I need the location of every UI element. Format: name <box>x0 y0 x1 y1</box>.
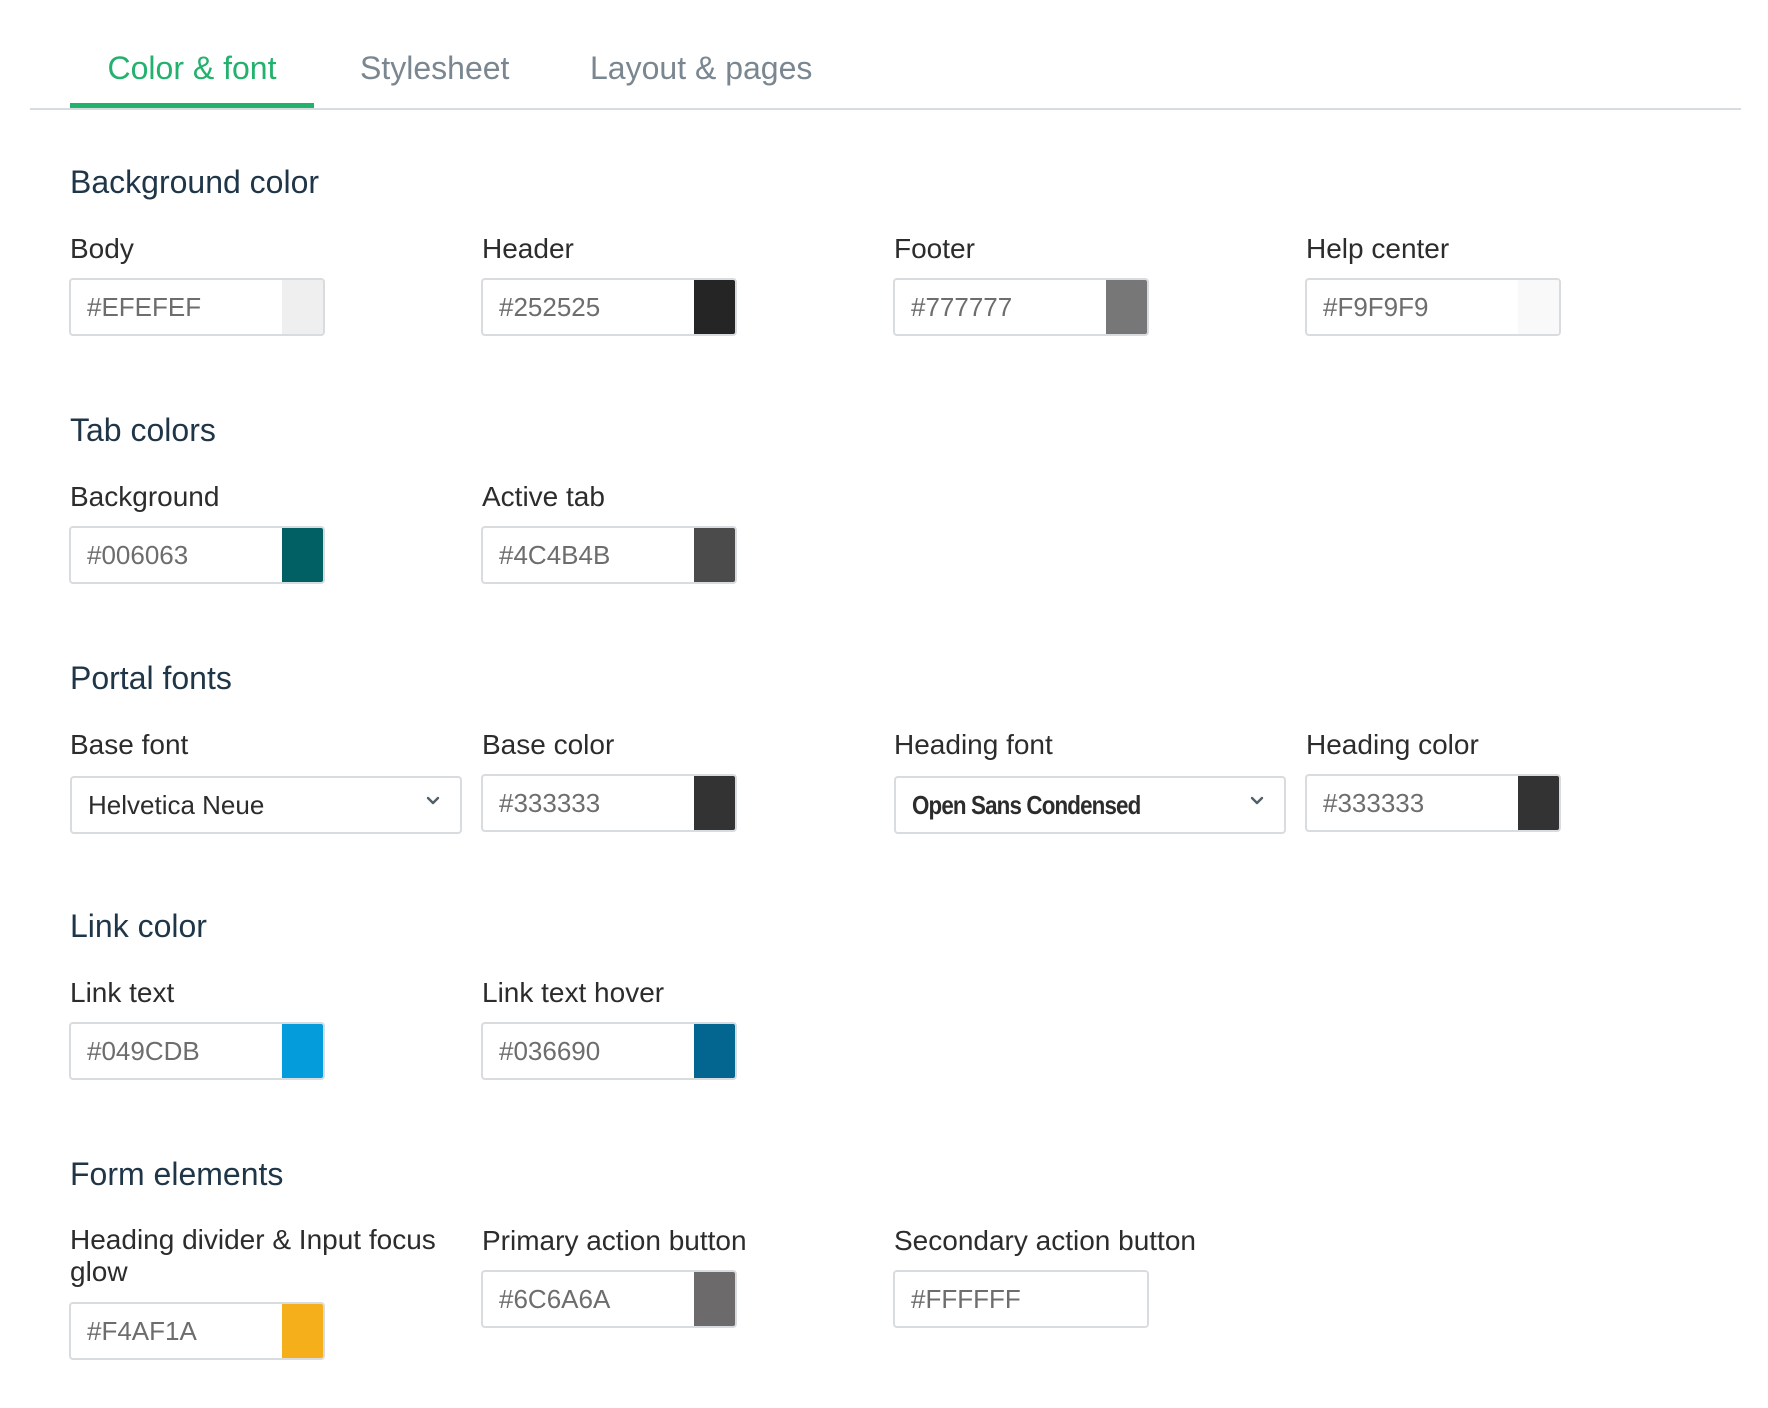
hex-value[interactable]: #036690 <box>499 1024 600 1078</box>
section-background-color: Background color Body #EFEFEF Header #25… <box>69 162 1690 342</box>
color-swatch[interactable] <box>694 528 735 582</box>
section-title: Portal fonts <box>70 660 232 696</box>
color-swatch[interactable] <box>1518 280 1559 334</box>
base-color-input[interactable]: #333333 <box>481 774 737 832</box>
hex-value[interactable]: #FFFFFF <box>911 1272 1021 1326</box>
section-title: Tab colors <box>70 412 216 448</box>
section-title: Link color <box>70 908 207 944</box>
field-label: Header <box>482 233 574 264</box>
field-label: Active tab <box>482 481 605 512</box>
heading-divider-color-input[interactable]: #F4AF1A <box>69 1302 325 1360</box>
hex-value[interactable]: #777777 <box>911 280 1012 334</box>
color-swatch[interactable] <box>694 280 735 334</box>
header-color-input[interactable]: #252525 <box>481 278 737 336</box>
section-form-elements: Form elements Heading divider & Input fo… <box>69 1154 1690 1384</box>
field-label: Base font <box>70 729 189 760</box>
color-swatch[interactable] <box>1518 776 1559 830</box>
field-label: Footer <box>894 233 975 264</box>
base-font-select[interactable]: Helvetica Neue <box>70 776 462 834</box>
color-swatch[interactable] <box>282 280 323 334</box>
tab-stylesheet[interactable]: Stylesheet <box>360 48 509 108</box>
section-link-color: Link color Link text #049CDB Link text h… <box>69 906 1690 1086</box>
settings-tab-bar: Color & font Stylesheet Layout & pages <box>30 0 1741 110</box>
active-tab-color-input[interactable]: #4C4B4B <box>481 526 737 584</box>
heading-color-input[interactable]: #333333 <box>1305 774 1561 832</box>
hex-value[interactable]: #4C4B4B <box>499 528 610 582</box>
hex-value[interactable]: #049CDB <box>87 1024 200 1078</box>
field-label: Base color <box>482 729 615 760</box>
heading-font-select[interactable]: Open Sans Condensed <box>894 776 1286 834</box>
field-label: Primary action button <box>482 1225 747 1256</box>
hex-value[interactable]: #F9F9F9 <box>1323 280 1429 334</box>
section-title: Form elements <box>70 1156 284 1192</box>
color-swatch[interactable] <box>694 1024 735 1078</box>
field-label: Heading divider & Input focus glow <box>70 1224 436 1287</box>
link-text-color-input[interactable]: #049CDB <box>69 1022 325 1080</box>
field-label: Heading font <box>894 729 1053 760</box>
field-label: Link text <box>70 977 175 1008</box>
field-label: Secondary action button <box>894 1225 1196 1256</box>
hex-value[interactable]: #F4AF1A <box>87 1304 197 1358</box>
field-label: Link text hover <box>482 977 665 1008</box>
hex-value[interactable]: #6C6A6A <box>499 1272 610 1326</box>
tab-background-color-input[interactable]: #006063 <box>69 526 325 584</box>
secondary-action-button-color-input[interactable]: #FFFFFF <box>893 1270 1149 1328</box>
chevron-down-icon <box>1250 796 1264 805</box>
hex-value[interactable]: #006063 <box>87 528 188 582</box>
field-label: Background <box>70 481 220 512</box>
hex-value[interactable]: #333333 <box>1323 776 1424 830</box>
field-label: Body <box>70 233 134 264</box>
color-swatch[interactable] <box>282 528 323 582</box>
hex-value[interactable]: #EFEFEF <box>87 280 201 334</box>
link-text-hover-color-input[interactable]: #036690 <box>481 1022 737 1080</box>
tab-layout-and-pages[interactable]: Layout & pages <box>590 48 812 108</box>
tab-color-and-font[interactable]: Color & font <box>70 48 314 108</box>
primary-action-button-color-input[interactable]: #6C6A6A <box>481 1270 737 1328</box>
field-label: Heading color <box>1306 729 1479 760</box>
body-color-input[interactable]: #EFEFEF <box>69 278 325 336</box>
hex-value[interactable]: #333333 <box>499 776 600 830</box>
section-tab-colors: Tab colors Background #006063 Active tab… <box>69 410 1690 590</box>
section-title: Background color <box>70 164 320 200</box>
section-portal-fonts: Portal fonts Base font Helvetica Neue Ba… <box>70 658 1690 838</box>
help-center-color-input[interactable]: #F9F9F9 <box>1305 278 1561 336</box>
field-label: Help center <box>1306 233 1450 264</box>
footer-color-input[interactable]: #777777 <box>893 278 1149 336</box>
color-swatch[interactable] <box>1106 1272 1147 1326</box>
color-swatch[interactable] <box>694 1272 735 1326</box>
selected-value: Helvetica Neue <box>88 790 265 820</box>
selected-value: Open Sans Condensed <box>912 790 1141 820</box>
color-swatch[interactable] <box>1106 280 1147 334</box>
color-swatch[interactable] <box>282 1304 323 1358</box>
hex-value[interactable]: #252525 <box>499 280 600 334</box>
color-swatch[interactable] <box>282 1024 323 1078</box>
color-swatch[interactable] <box>694 776 735 830</box>
chevron-down-icon <box>426 796 440 805</box>
